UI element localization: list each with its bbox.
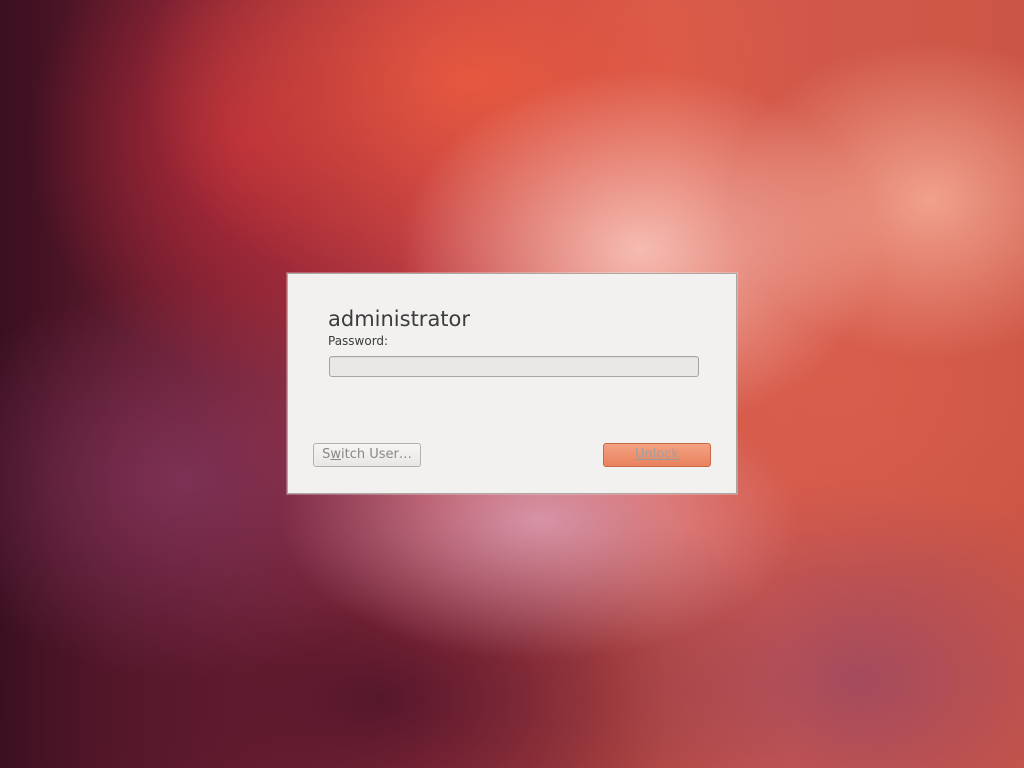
switch-user-button[interactable]: Switch User… bbox=[313, 443, 421, 467]
unlock-dialog: administrator Password: Switch User… Unl… bbox=[287, 273, 737, 494]
switch-user-label-suffix: itch User… bbox=[341, 447, 412, 462]
password-input[interactable] bbox=[329, 356, 699, 377]
username-label: administrator bbox=[328, 307, 471, 331]
password-label: Password: bbox=[328, 334, 389, 348]
switch-user-label-mnemonic: w bbox=[330, 447, 342, 462]
unlock-button[interactable]: Unlock bbox=[603, 443, 711, 467]
